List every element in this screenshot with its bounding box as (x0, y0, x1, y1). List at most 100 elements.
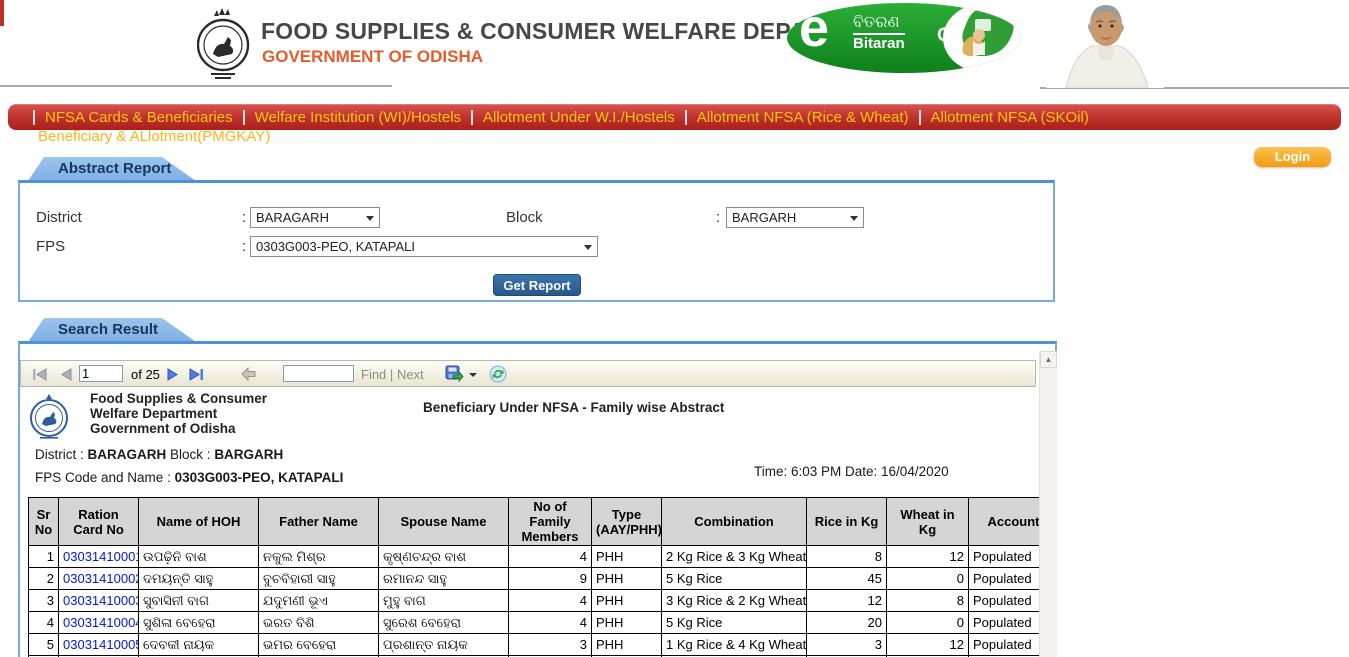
header-divider-left (0, 85, 392, 87)
nav-item[interactable]: Allotment Under W.I./Hostels (474, 109, 684, 126)
nav-item[interactable]: Allotment NFSA (SKOil) (922, 109, 1098, 126)
cell: Populated (969, 634, 1041, 656)
refresh-icon[interactable] (489, 365, 507, 383)
cell: 45 (807, 568, 887, 590)
page-count-label: of 25 (131, 367, 160, 382)
cell: 2 (29, 568, 59, 590)
nav-item[interactable]: NFSA Cards & Beneficiaries (36, 109, 242, 126)
get-report-button[interactable]: Get Report (493, 274, 581, 296)
vertical-scrollbar[interactable]: ▲ (1039, 351, 1057, 657)
ration-card-link[interactable]: 03031410003 (59, 590, 139, 612)
cell: 4 (509, 546, 592, 568)
table-row: 203031410002ଦମୟନ୍ତି ସାହୁବୁଚବିହାରୀ ସାହୁରମ… (29, 568, 1041, 590)
ration-card-link[interactable]: 03031410005 (59, 634, 139, 656)
cell: ସୁବାସିନୀ ବାଗ (139, 590, 259, 612)
cell: 1 Kg Rice & 4 Kg Wheat (662, 634, 807, 656)
cell: ପ୍ରଶାନ୍ତ ନାୟକ (379, 634, 509, 656)
report-org-line2: Welfare Department (90, 406, 267, 421)
district-selected-value: BARAGARH (256, 210, 329, 225)
col-header: Combination (662, 498, 807, 546)
last-page-icon[interactable] (189, 368, 204, 381)
cell: 5 Kg Rice (662, 568, 807, 590)
nav-item-pmgkay[interactable]: Beneficiary & ALlotment(PMGKAY) (38, 128, 270, 145)
cell: ଦମୟନ୍ତି ସାହୁ (139, 568, 259, 590)
ration-card-link[interactable]: 03031410004 (59, 612, 139, 634)
block-select[interactable]: BARGARH (726, 207, 864, 228)
next-link[interactable]: Next (397, 367, 424, 382)
cell: 4 (29, 612, 59, 634)
cell: ରମାନନ୍ଦ ସାହୁ (379, 568, 509, 590)
cell: ଦେବକୀ ନାୟକ (139, 634, 259, 656)
cell: 8 (807, 546, 887, 568)
cell: ସୁରେଶ ବେହେରା (379, 612, 509, 634)
table-row: 403031410004ସୁଶିଳା ବେହେରାଭରତ ବିଶିସୁରେଶ ବ… (29, 612, 1041, 634)
find-link[interactable]: Find (361, 367, 386, 382)
page-number-input[interactable] (79, 365, 123, 382)
corner-red-mark (0, 0, 4, 26)
cell: 8 (887, 590, 969, 612)
cell: 20 (807, 612, 887, 634)
col-header: Father Name (259, 498, 379, 546)
tab-abstract-report: Abstract Report (28, 157, 196, 181)
district-colon: : (242, 209, 246, 226)
nav-item[interactable]: Allotment NFSA (Rice & Wheat) (688, 109, 918, 126)
tab-abstract-label: Abstract Report (58, 160, 171, 177)
ration-card-link[interactable]: 03031410002 (59, 568, 139, 590)
back-to-parent-icon[interactable] (241, 367, 256, 381)
cell: 1 (29, 546, 59, 568)
cell: Populated (969, 590, 1041, 612)
tab-search-result: Search Result (28, 318, 196, 342)
col-header: Sr No (29, 498, 59, 546)
block-colon: : (716, 209, 720, 226)
report-block-value: BARGARH (214, 447, 283, 462)
col-header: Spouse Name (379, 498, 509, 546)
cell: 3 Kg Rice & 2 Kg Wheat (662, 590, 807, 612)
cell: 12 (807, 590, 887, 612)
nav-separator (243, 110, 245, 125)
block-selected-value: BARGARH (732, 210, 796, 225)
ration-card-link[interactable]: 03031410001 (59, 546, 139, 568)
nav-separator (919, 110, 921, 125)
first-page-icon[interactable] (33, 368, 48, 381)
cell: ବୁଚବିହାରୀ ସାହୁ (259, 568, 379, 590)
cell: 4 (509, 590, 592, 612)
find-text-input[interactable] (283, 365, 354, 382)
chevron-down-icon (584, 245, 592, 250)
cell: PHH (592, 612, 662, 634)
cell: 12 (887, 546, 969, 568)
export-icon[interactable] (445, 365, 464, 383)
report-viewer-toolbar: of 25 Find | Next (20, 360, 1036, 387)
cell: Populated (969, 568, 1041, 590)
next-page-icon[interactable] (167, 368, 178, 381)
cell: ନକୁଲ ମିଶ୍ର (259, 546, 379, 568)
government-subtitle: GOVERNMENT OF ODISHA (262, 47, 483, 67)
report-title: Beneficiary Under NFSA - Family wise Abs… (423, 400, 724, 415)
login-button[interactable]: Login (1254, 147, 1331, 167)
fps-colon: : (242, 238, 246, 255)
report-fps-value: 0303G003-PEO, KATAPALI (175, 470, 344, 485)
scrollbar-up-arrow-icon[interactable]: ▲ (1040, 351, 1057, 368)
col-header: Rice in Kg (807, 498, 887, 546)
cell: 9 (509, 568, 592, 590)
district-select[interactable]: BARAGARH (250, 207, 380, 228)
report-table-container: Sr NoRation Card NoName of HOHFather Nam… (28, 497, 1040, 657)
nav-list: NFSA Cards & BeneficiariesWelfare Instit… (8, 104, 1341, 130)
fps-select[interactable]: 0303G003-PEO, KATAPALI (250, 236, 598, 257)
cell: 3 (509, 634, 592, 656)
report-fps-line: FPS Code and Name : 0303G003-PEO, KATAPA… (35, 470, 343, 485)
search-result-panel: of 25 Find | Next (18, 341, 1057, 657)
cell: PHH (592, 546, 662, 568)
report-org-name: Food Supplies & Consumer Welfare Departm… (90, 391, 267, 436)
nav-item[interactable]: Welfare Institution (WI)/Hostels (246, 109, 470, 126)
cell: 5 (29, 634, 59, 656)
col-header: Ration Card No (59, 498, 139, 546)
nav-separator (33, 110, 35, 125)
previous-page-icon[interactable] (61, 368, 72, 381)
find-next-separator: | (390, 367, 393, 382)
report-org-line1: Food Supplies & Consumer (90, 391, 267, 406)
table-row: 303031410003ସୁବାସିନୀ ବାଗଯଦୁମଣୀ ଭୂଏମୁହୁ ବ… (29, 590, 1041, 612)
table-row: 103031410001ଉପଢ଼ିନି ବାଶନକୁଲ ମିଶ୍ରକୃଷ୍ଣଚନ… (29, 546, 1041, 568)
export-dropdown-caret-icon[interactable] (469, 373, 477, 377)
report-time-date: Time: 6:03 PM Date: 16/04/2020 (754, 464, 949, 479)
report-district-label: District : (35, 447, 84, 462)
